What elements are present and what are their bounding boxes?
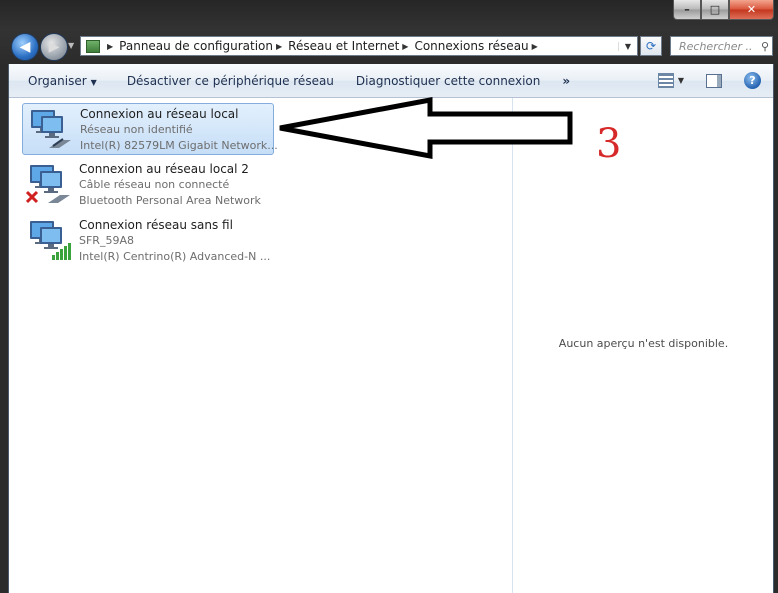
ethernet-disconnected-icon (26, 165, 70, 204)
organize-menu-button[interactable]: Organiser ▼ (20, 74, 105, 88)
help-icon[interactable]: ? (744, 72, 761, 89)
breadcrumb-control-panel[interactable]: Panneau de configuration (119, 39, 273, 53)
search-icon[interactable]: ⚲ (761, 40, 769, 53)
preview-pane-toggle-icon[interactable] (706, 73, 722, 88)
connection-device: Intel(R) Centrino(R) Advanced-N ... (79, 250, 271, 263)
breadcrumb-separator-icon[interactable]: ▶ (276, 42, 282, 51)
connection-status: SFR_59A8 (79, 234, 134, 247)
window-frame: – □ ✕ ◀ ▶ ▼ ▶ Panneau de configuration ▶… (0, 0, 778, 593)
refresh-icon: ⟳ (645, 39, 657, 53)
connection-status: Réseau non identifié (80, 123, 193, 136)
address-history-dropdown[interactable]: ▼ (618, 41, 637, 51)
control-panel-icon (86, 39, 100, 53)
refresh-button[interactable]: ⟳ (640, 36, 662, 56)
connections-list: Connexion au réseau local Réseau non ide… (9, 98, 512, 593)
connection-name: Connexion au réseau local (80, 107, 239, 121)
breadcrumb-network-connections[interactable]: Connexions réseau (414, 39, 528, 53)
search-box[interactable]: ⚲ (670, 36, 773, 56)
command-bar-right: ▼ ? (657, 64, 773, 97)
connection-name: Connexion réseau sans fil (79, 218, 233, 232)
annotation-step-number: 3 (596, 121, 622, 167)
change-view-icon[interactable] (657, 73, 674, 88)
disable-device-button[interactable]: Désactiver ce périphérique réseau (119, 74, 342, 88)
address-bar[interactable]: ▶ Panneau de configuration ▶ Réseau et I… (80, 36, 638, 56)
connection-name: Connexion au réseau local 2 (79, 162, 249, 176)
organize-label: Organiser (28, 73, 87, 88)
connection-item-local[interactable]: Connexion au réseau local Réseau non ide… (22, 103, 278, 155)
navigation-bar: ◀ ▶ ▼ ▶ Panneau de configuration ▶ Résea… (0, 30, 778, 64)
recent-pages-dropdown[interactable]: ▼ (68, 41, 74, 50)
forward-button[interactable]: ▶ (40, 33, 68, 61)
preview-message: Aucun aperçu n'est disponible. (558, 337, 729, 350)
back-arrow-icon: ◀ (19, 39, 31, 55)
back-button[interactable]: ◀ (11, 33, 39, 61)
maximize-button[interactable]: □ (701, 0, 729, 20)
breadcrumb-network-internet[interactable]: Réseau et Internet (288, 39, 399, 53)
breadcrumb-separator-icon[interactable]: ▶ (402, 42, 408, 51)
more-commands-button[interactable]: » (554, 74, 578, 88)
preview-pane: Aucun aperçu n'est disponible. (512, 98, 774, 593)
breadcrumb-separator-icon[interactable]: ▶ (532, 42, 538, 51)
forward-arrow-icon: ▶ (48, 39, 60, 55)
wireless-signal-icon (30, 221, 71, 260)
connection-item-wireless[interactable]: Connexion réseau sans fil SFR_59A8 Intel… (22, 215, 274, 267)
caption-buttons: – □ ✕ (673, 0, 774, 20)
breadcrumb-separator-icon[interactable]: ▶ (107, 42, 113, 51)
command-bar: Organiser ▼ Désactiver ce périphérique ré… (9, 64, 773, 98)
close-button[interactable]: ✕ (729, 0, 774, 20)
ethernet-connected-icon (31, 110, 71, 148)
chevron-down-icon: ▼ (90, 77, 97, 87)
connection-device: Intel(R) 82579LM Gigabit Network... (80, 139, 278, 152)
search-input[interactable] (679, 39, 751, 53)
view-options-dropdown[interactable]: ▼ (678, 76, 684, 85)
connection-item-local-2[interactable]: Connexion au réseau local 2 Câble réseau… (22, 159, 274, 211)
connection-status: Câble réseau non connecté (79, 178, 230, 191)
minimize-button[interactable]: – (673, 0, 701, 20)
annotation-arrow-icon (279, 96, 573, 160)
diagnose-connection-button[interactable]: Diagnostiquer cette connexion (348, 74, 548, 88)
connection-device: Bluetooth Personal Area Network (79, 194, 261, 207)
